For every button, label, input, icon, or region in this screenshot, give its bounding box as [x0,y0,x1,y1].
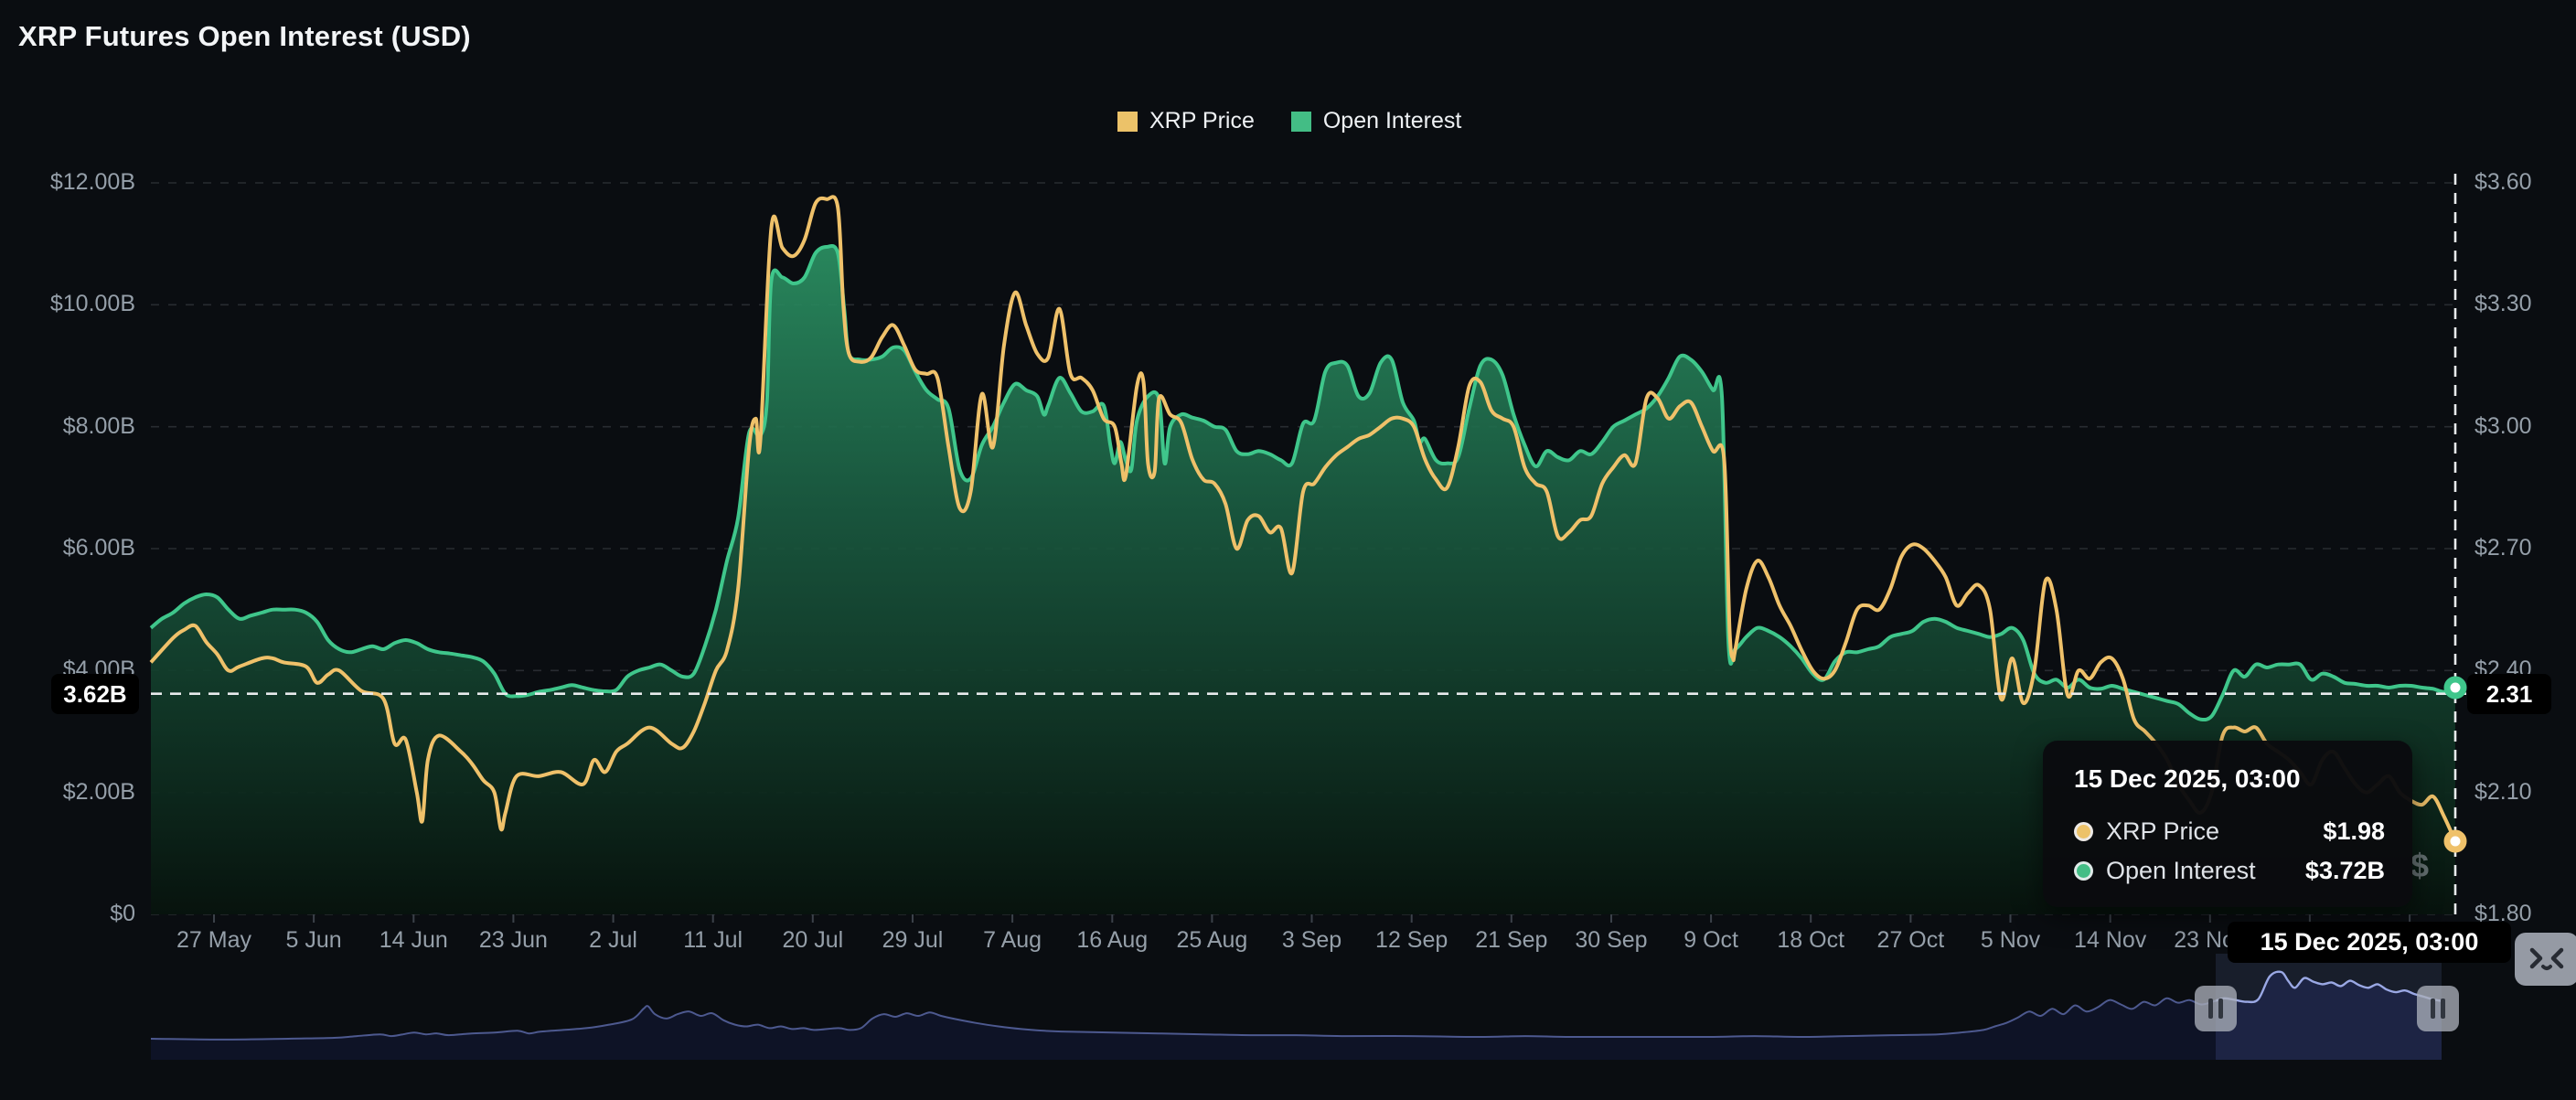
tooltip-xrp-price-value: $1.98 [2323,817,2385,846]
tooltip-row-xrp-price: XRP Price $1.98 [2074,817,2385,846]
tooltip-date: 15 Dec 2025, 03:00 [2074,764,2385,794]
xrp-price-last-point-marker [2447,833,2464,849]
crosshair-right-value-pill: 2.31 [2467,674,2551,714]
xrp-price-dot-icon [2074,822,2093,841]
crosshair-date-pill: 15 Dec 2025, 03:00 [2228,922,2511,963]
main-chart-canvas[interactable] [0,0,2576,1100]
collapse-arrows-icon [2525,943,2569,976]
tooltip: 15 Dec 2025, 03:00 XRP Price $1.98 Open … [2043,741,2412,907]
open-interest-dot-icon [2074,861,2093,881]
open-interest-last-point-marker [2447,679,2464,696]
watermark-fragment: $ [2410,847,2429,885]
crosshair-left-value-pill: 3.62B [51,674,139,714]
tooltip-row-open-interest: Open Interest $3.72B [2074,857,2385,885]
tooltip-open-interest-value: $3.72B [2305,857,2385,885]
chart-resize-handle-button[interactable] [2515,933,2576,986]
navigator-left-handle[interactable] [2195,986,2237,1031]
navigator-right-handle[interactable] [2417,986,2459,1031]
chart-page: XRP Futures Open Interest (USD) XRP Pric… [0,0,2576,1100]
